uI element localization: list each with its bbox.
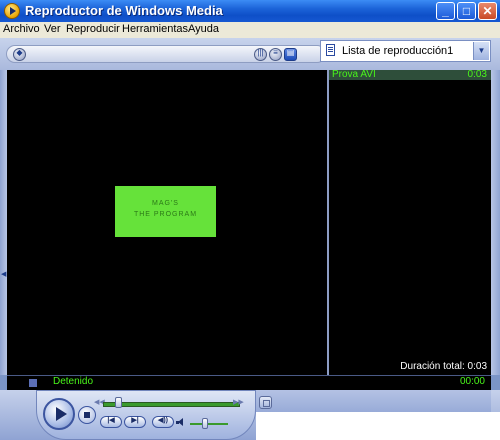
minimize-button[interactable]: _ [436, 2, 455, 20]
volume-slider[interactable] [190, 423, 228, 425]
video-frame: MAG'S THE PROGRAM [115, 186, 216, 237]
media-info-icon[interactable] [259, 396, 272, 409]
taskbar-grabber: ◆ ||| ≡ ▤ [6, 45, 326, 63]
document-icon [326, 44, 335, 56]
seek-forward-arrow-icon: ▶▶ [233, 399, 244, 406]
next-button[interactable]: ▶| [124, 416, 146, 428]
playlist-panel: Prova AVI 0:03 Duración total: 0:03 [329, 69, 491, 375]
playlist-dropdown-value: Lista de reproducción1 [342, 45, 454, 57]
menu-reproducir[interactable]: Reproducir [66, 23, 120, 35]
mute-button[interactable]: ◀)) [152, 416, 174, 428]
chevron-down-icon[interactable]: ▼ [473, 42, 489, 60]
close-button[interactable]: ✕ [478, 2, 497, 20]
status-bar: Detenido 00:00 [7, 375, 491, 390]
window-title: Reproductor de Windows Media [25, 3, 223, 18]
title-bar[interactable]: Reproductor de Windows Media _ □ ✕ [0, 0, 500, 22]
maximize-button[interactable]: □ [457, 2, 476, 20]
video-area[interactable]: MAG'S THE PROGRAM [7, 70, 327, 375]
status-text: Detenido [53, 376, 94, 387]
arrow-left-icon[interactable]: ◀ [1, 270, 6, 278]
collapse-icon[interactable]: ◆ [13, 48, 26, 61]
stop-button[interactable] [78, 406, 96, 424]
video-overlay-text-1: MAG'S [152, 200, 179, 207]
playlist-total-duration: Duración total: 0:03 [400, 361, 487, 372]
media-player-window: Reproductor de Windows Media _ □ ✕ Archi… [0, 0, 500, 440]
speaker-icon [176, 418, 186, 427]
right-frame [491, 70, 500, 375]
left-frame: ◀ [0, 70, 7, 375]
eq-icon[interactable]: ≡ [269, 48, 282, 61]
menu-herramientas[interactable]: Herramientas [122, 23, 188, 35]
status-indicator-icon [29, 379, 37, 387]
seek-thumb[interactable] [115, 397, 122, 408]
volume-thumb[interactable] [202, 418, 208, 429]
menu-ayuda[interactable]: Ayuda [188, 23, 219, 35]
info-strip [256, 390, 491, 412]
desktop-background [256, 412, 500, 440]
list-item-duration: 0:03 [467, 69, 487, 80]
previous-button[interactable]: |◀ [100, 416, 122, 428]
elapsed-time: 00:00 [459, 376, 485, 387]
visualizations-icon[interactable]: ||| [254, 48, 267, 61]
play-button[interactable] [43, 398, 75, 430]
seek-bar[interactable] [103, 402, 240, 407]
list-item-title: Prova AVI [332, 69, 376, 80]
menu-bar: Archivo Ver Reproducir Herramientas Ayud… [0, 22, 500, 38]
media-player-icon [4, 3, 20, 19]
playlist-dropdown[interactable]: Lista de reproducción1 ▼ [320, 40, 491, 62]
menu-ver[interactable]: Ver [44, 23, 61, 35]
menu-archivo[interactable]: Archivo [3, 23, 40, 35]
video-overlay-text-2: THE PROGRAM [133, 211, 198, 218]
playlist-icon[interactable]: ▤ [284, 48, 297, 61]
list-item[interactable]: Prova AVI 0:03 [329, 69, 491, 80]
